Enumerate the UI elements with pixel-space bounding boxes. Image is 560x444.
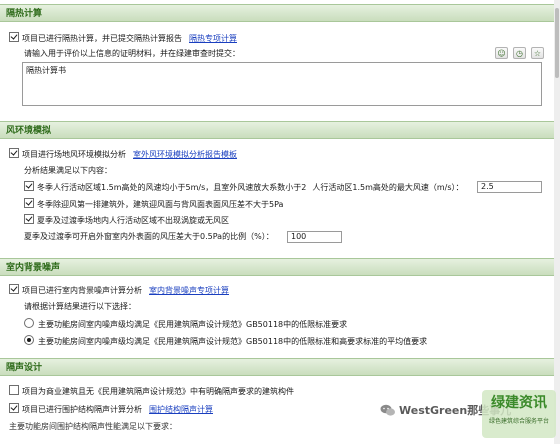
wind-item1-checkbox[interactable] — [24, 181, 34, 191]
noise-check-row[interactable]: 项目已进行室内背景噪声计算分析 室内背景噪声专项计算 — [9, 284, 229, 297]
noise-radio-low-limit[interactable] — [24, 318, 34, 328]
sound-check1-label: 项目为商业建筑且无《民用建筑隔声设计规范》中有明确隔声要求的建筑构件 — [22, 387, 294, 396]
insulation-checkbox[interactable] — [9, 32, 19, 42]
watermark-stamp: 绿建资讯 绿色建筑综合服务平台 — [482, 390, 556, 438]
insulation-check-label: 项目已进行隔热计算，并已提交隔热计算报告 — [22, 34, 182, 43]
sound-partial-text: 主要功能房间围护结构隔声性能满足以下要求： — [9, 422, 177, 431]
section-header-sound[interactable]: 隔声设计 — [0, 358, 560, 376]
pressure-ratio-input[interactable]: 100 — [287, 231, 342, 243]
envelope-sound-calc-link[interactable]: 围护结构隔声计算 — [149, 405, 213, 414]
watermark-stamp-sub: 绿色建筑综合服务平台 — [488, 418, 549, 425]
wind-check-label: 项目进行场地风环境模拟分析 — [22, 150, 126, 159]
wind-check-row[interactable]: 项目进行场地风环境模拟分析 室外风环境模拟分析报告模板 — [9, 148, 237, 161]
sound-check2-label: 项目已进行围护结构隔声计算分析 — [22, 405, 142, 414]
sound-check2-checkbox[interactable] — [9, 403, 19, 413]
wind-item3-checkbox[interactable] — [24, 214, 34, 224]
wind-item1-tail: 人行活动区1.5m高处的最大风速（m/s）： — [312, 183, 464, 192]
wind-item2-label: 冬季除迎风第一排建筑外，建筑迎风面与背风面表面风压差不大于5Pa — [37, 200, 284, 209]
clock-icon[interactable]: ◷ — [513, 47, 526, 59]
noise-radio1-label: 主要功能房间室内噪声级均满足《民用建筑隔声设计规范》GB50118中的低限标准要… — [38, 320, 348, 329]
noise-check-label: 项目已进行室内背景噪声计算分析 — [22, 286, 142, 295]
sound-check2-row[interactable]: 项目已进行围护结构隔声计算分析 围护结构隔声计算 — [9, 403, 213, 416]
section-header-insulation[interactable]: 隔热计算 — [0, 4, 560, 22]
evidence-textarea-value: 隔热计算书 — [26, 66, 66, 75]
scrollbar-thumb[interactable] — [555, 8, 559, 78]
wechat-icon — [380, 404, 396, 417]
section-header-noise[interactable]: 室内背景噪声 — [0, 258, 560, 276]
insulation-check-row[interactable]: 项目已进行隔热计算，并已提交隔热计算报告 隔热专项计算 — [9, 32, 237, 45]
noise-radio1-row[interactable]: 主要功能房间室内噪声级均满足《民用建筑隔声设计规范》GB50118中的低限标准要… — [24, 318, 347, 331]
noise-radio2-label: 主要功能房间室内噪声级均满足《民用建筑隔声设计规范》GB50118中的低限标准和… — [38, 337, 428, 346]
noise-radio-average[interactable] — [24, 335, 34, 345]
noise-calc-link[interactable]: 室内背景噪声专项计算 — [149, 286, 229, 295]
insulation-calc-link[interactable]: 隔热专项计算 — [189, 34, 237, 43]
wind-item2-row[interactable]: 冬季除迎风第一排建筑外，建筑迎风面与背风面表面风压差不大于5Pa — [24, 198, 283, 211]
insulation-prompt: 请输入用于评价以上信息的证明材料，并在绿建审查时提交： — [24, 49, 240, 58]
wind-item1-row[interactable]: 冬季人行活动区域1.5m高处的风速均小于5m/s，且室外风速放大系数小于2 人行活… — [24, 181, 464, 194]
noise-checkbox[interactable] — [9, 284, 19, 294]
noise-radio2-row[interactable]: 主要功能房间室内噪声级均满足《民用建筑隔声设计规范》GB50118中的低限标准和… — [24, 335, 427, 348]
evidence-textarea[interactable]: 隔热计算书 — [22, 62, 542, 106]
wind-satisfy-label: 分析结果满足以下内容： — [24, 166, 112, 175]
wind-item2-checkbox[interactable] — [24, 198, 34, 208]
wind-item1-label: 冬季人行活动区域1.5m高处的风速均小于5m/s，且室外风速放大系数小于2 — [37, 183, 307, 192]
max-wind-speed-input[interactable]: 2.5 — [477, 181, 542, 193]
star-icon[interactable]: ☆ — [531, 47, 544, 59]
wind-item3-label: 夏季及过渡季场地内人行活动区域不出现涡旋或无风区 — [37, 216, 229, 225]
sound-check1-row[interactable]: 项目为商业建筑且无《民用建筑隔声设计规范》中有明确隔声要求的建筑构件 — [9, 385, 294, 398]
wind-checkbox[interactable] — [9, 148, 19, 158]
section-header-wind[interactable]: 风环境模拟 — [0, 121, 560, 139]
wind-report-template-link[interactable]: 室外风环境模拟分析报告模板 — [133, 150, 237, 159]
sound-check1-checkbox[interactable] — [9, 385, 19, 395]
noise-select-prompt: 请根据计算结果进行以下选择： — [24, 302, 136, 311]
watermark-stamp-title: 绿建资讯 — [491, 395, 547, 411]
pressure-ratio-label: 夏季及过渡季可开启外窗室内外表面的风压差大于0.5Pa的比例（%）： — [24, 232, 274, 241]
wind-item3-row[interactable]: 夏季及过渡季场地内人行活动区域不出现涡旋或无风区 — [24, 214, 229, 227]
vertical-scrollbar[interactable] — [554, 0, 560, 444]
browse-icon[interactable]: ☺ — [495, 47, 508, 59]
